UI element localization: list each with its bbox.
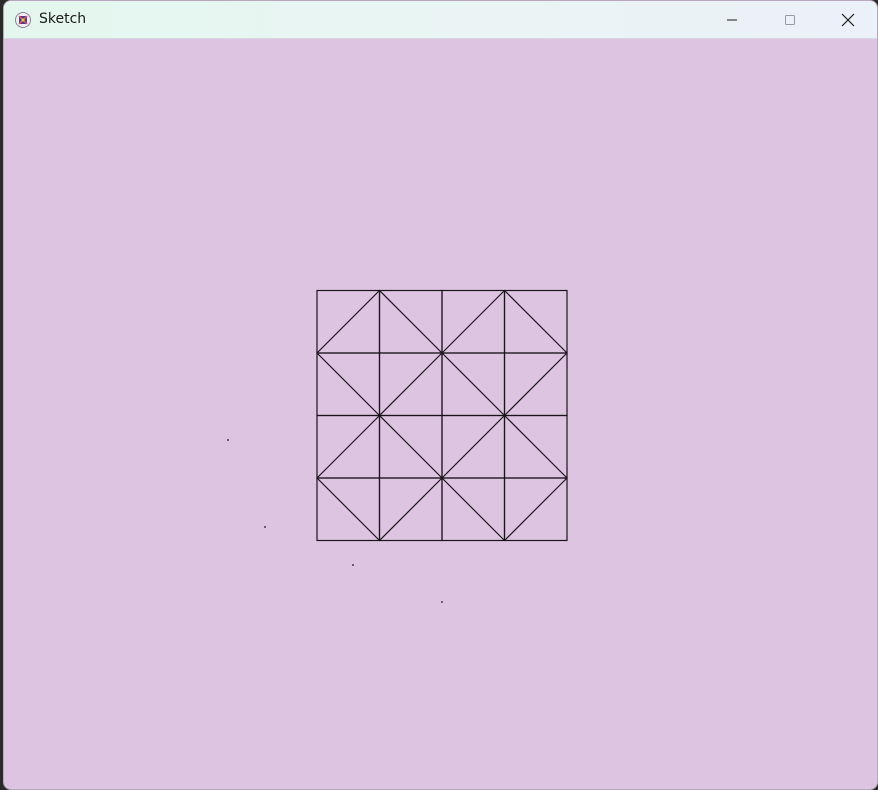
cell-diagonal [441, 290, 505, 354]
stray-dot [227, 439, 229, 441]
minimize-icon [727, 19, 737, 21]
cell-diagonal [441, 352, 505, 416]
cell-diagonal [441, 477, 505, 541]
processing-sketch-icon [15, 12, 31, 28]
triangle-grid [316, 289, 568, 542]
minimize-button[interactable] [703, 1, 761, 39]
maximize-icon [785, 15, 795, 25]
window-title: Sketch [39, 11, 87, 27]
stray-dots [227, 439, 443, 603]
cell-diagonal [379, 477, 443, 541]
cell-diagonal [504, 352, 568, 416]
cell-diagonal [379, 352, 443, 416]
stray-dot [441, 601, 443, 603]
close-button[interactable] [819, 1, 877, 39]
cell-diagonal [316, 415, 380, 479]
stray-dot [352, 564, 354, 566]
sketch-canvas[interactable] [4, 39, 878, 790]
stray-dot [264, 526, 266, 528]
cell-diagonal [504, 290, 568, 354]
cell-diagonal [379, 290, 443, 354]
cell-diagonal [379, 415, 443, 479]
cell-diagonal [441, 415, 505, 479]
sketch-window: Sketch [3, 0, 878, 790]
cell-diagonal [504, 477, 568, 541]
title-bar[interactable]: Sketch [4, 1, 877, 39]
cell-diagonal [316, 352, 380, 416]
close-icon [841, 13, 855, 27]
maximize-button[interactable] [761, 1, 819, 39]
cell-diagonal [316, 477, 380, 541]
cell-diagonal [504, 415, 568, 479]
cell-diagonal [316, 290, 380, 354]
